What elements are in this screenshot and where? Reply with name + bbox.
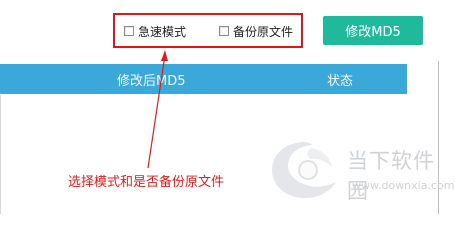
annotation-text: 选择模式和是否备份原文件 [68,175,225,190]
watermark-logo-icon [272,142,336,198]
watermark-site-name: 当下软件园 [347,149,435,203]
watermark-url: www.downxia.com [352,179,455,192]
